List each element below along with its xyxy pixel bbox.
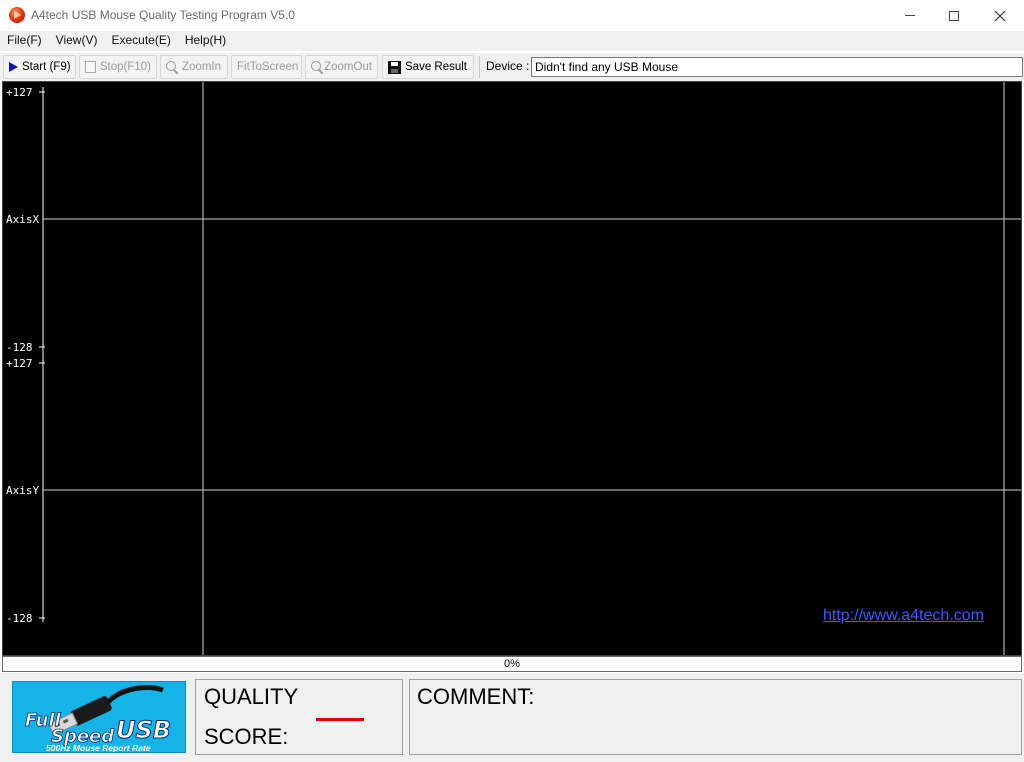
menu-file[interactable]: File(F)	[0, 31, 49, 51]
save-result-label: Save Result	[405, 61, 468, 73]
zoom-in-button[interactable]: ZoomIn	[160, 55, 228, 79]
fit-to-screen-label: FitToScreen	[237, 61, 299, 73]
comment-panel: COMMENT:	[409, 679, 1022, 755]
comment-label: COMMENT:	[417, 684, 535, 709]
score-label: SCORE:	[204, 724, 289, 749]
quality-label: QUALITY	[204, 684, 299, 709]
maximize-icon	[949, 10, 959, 21]
signal-graph: +127 AxisX -128 +127 AxisY -128 http://w…	[2, 81, 1022, 656]
progress-bar: 0%	[2, 656, 1022, 672]
axis-x-min-label: -128	[6, 341, 33, 354]
minimize-button[interactable]	[887, 0, 933, 31]
stop-label: Stop(F10)	[99, 61, 151, 73]
quality-score-panel: QUALITY SCORE:	[195, 679, 403, 755]
fit-to-screen-button[interactable]: FitToScreen	[231, 55, 302, 79]
title-bar: A4tech USB Mouse Quality Testing Program…	[0, 0, 1024, 31]
a4tech-website-link[interactable]: http://www.a4tech.com	[823, 607, 984, 625]
axis-y-max-label: +127	[6, 357, 33, 370]
axis-x-max-label: +127	[6, 86, 33, 99]
axis-y-label: AxisY	[6, 484, 39, 497]
stop-icon	[85, 61, 96, 73]
save-result-button[interactable]: Save Result	[382, 55, 474, 79]
zoom-in-label: ZoomIn	[182, 61, 221, 73]
zoom-in-icon	[166, 61, 178, 73]
result-area: Full Speed USB 500Hz Mouse Report Rate Q…	[0, 673, 1024, 762]
zoom-out-button[interactable]: ZoomOut	[305, 55, 378, 79]
start-button[interactable]: Start (F9)	[3, 55, 76, 79]
play-icon	[9, 62, 18, 72]
zoom-out-icon	[311, 61, 322, 73]
stop-button[interactable]: Stop(F10)	[79, 55, 157, 79]
axis-x-label: AxisX	[6, 213, 39, 226]
start-label: Start (F9)	[22, 61, 71, 73]
device-field[interactable]: Didn't find any USB Mouse	[531, 57, 1023, 77]
axis-y-min-label: -128	[6, 612, 33, 625]
menu-help[interactable]: Help(H)	[178, 31, 233, 51]
window-title: A4tech USB Mouse Quality Testing Program…	[31, 8, 295, 22]
full-speed-usb-logo: Full Speed USB 500Hz Mouse Report Rate	[12, 681, 186, 753]
floppy-disk-icon	[388, 60, 401, 74]
menu-view[interactable]: View(V)	[49, 31, 105, 51]
graph-canvas: +127 AxisX -128 +127 AxisY -128	[6, 82, 1021, 655]
device-label: Device :	[486, 59, 530, 73]
maximize-button[interactable]	[931, 0, 977, 31]
toolbar: Start (F9) Stop(F10) ZoomIn FitToScreen …	[0, 53, 1024, 81]
zoom-out-label: ZoomOut	[324, 61, 372, 73]
usb-logo-graphic: Full Speed USB 500Hz Mouse Report Rate	[25, 685, 172, 753]
minimize-icon	[905, 15, 915, 16]
logo-usb-text: USB	[116, 716, 171, 744]
score-value-indicator	[316, 718, 364, 721]
logo-caption: 500Hz Mouse Report Rate	[46, 743, 151, 753]
close-button[interactable]	[977, 0, 1023, 31]
close-icon	[994, 10, 1006, 21]
menu-execute[interactable]: Execute(E)	[104, 31, 177, 51]
app-icon	[9, 7, 25, 23]
toolbar-separator	[479, 56, 480, 78]
menu-bar: File(F) View(V) Execute(E) Help(H)	[0, 31, 1024, 51]
progress-text: 0%	[504, 658, 520, 670]
